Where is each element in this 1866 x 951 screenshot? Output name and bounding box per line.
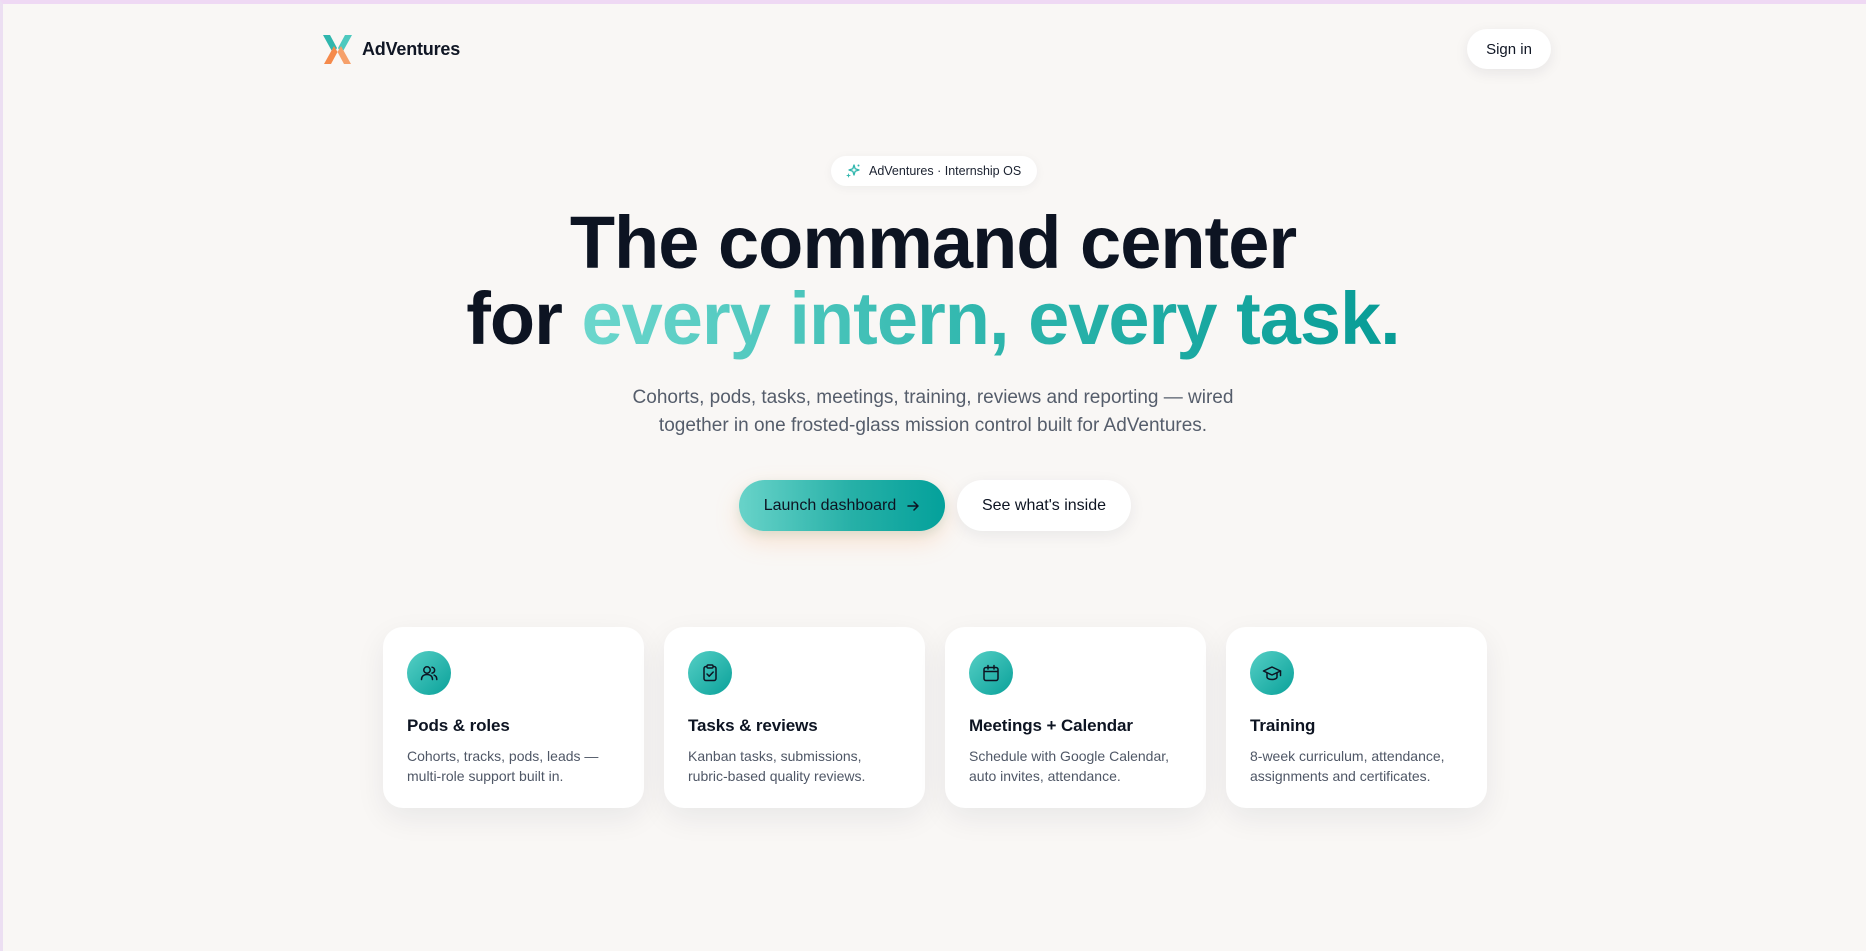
card-desc-line: assignments and certificates. (1250, 768, 1431, 784)
hero-headline: The command center for every intern, eve… (0, 205, 1866, 357)
headline-line-1: The command center (569, 201, 1297, 284)
brand-name: AdVentures (362, 38, 461, 59)
feature-cards: Pods & roles Cohorts, tracks, pods, lead… (383, 627, 1487, 808)
cta-row: Launch dashboard See what's inside (739, 480, 1131, 531)
adventures-logo-icon (323, 35, 352, 64)
card-title: Meetings + Calendar (969, 716, 1133, 735)
card-description: Schedule with Google Calendar, auto invi… (969, 746, 1182, 786)
card-description: Cohorts, tracks, pods, leads — multi-rol… (407, 746, 620, 786)
top-nav: AdVentures Sign in (0, 0, 1866, 100)
card-description: 8-week curriculum, attendance, assignmen… (1250, 746, 1463, 786)
subtitle-line-1: Cohorts, pods, tasks, meetings, training… (632, 387, 1234, 408)
badge-text: AdVentures · Internship OS (869, 164, 1022, 178)
card-title: Pods & roles (407, 716, 510, 735)
card-desc-line: auto invites, attendance. (969, 768, 1121, 784)
card-title: Tasks & reviews (688, 716, 818, 735)
hero-subtitle: Cohorts, pods, tasks, meetings, training… (0, 384, 1866, 440)
page-frame (0, 0, 1866, 951)
card-desc-line: 8-week curriculum, attendance, (1250, 748, 1445, 764)
headline-plain: for (466, 277, 582, 360)
feature-card-tasks-reviews[interactable]: Tasks & reviews Kanban tasks, submission… (664, 627, 925, 808)
see-whats-inside-button[interactable]: See what's inside (957, 480, 1131, 531)
card-desc-line: rubric-based quality reviews. (688, 768, 866, 784)
feature-card-training[interactable]: Training 8-week curriculum, attendance, … (1226, 627, 1487, 808)
card-desc-line: Kanban tasks, submissions, (688, 748, 862, 764)
sparkles-icon (846, 164, 860, 178)
launch-dashboard-button[interactable]: Launch dashboard (739, 480, 945, 531)
card-title: Training (1250, 716, 1316, 735)
clipboard-check-icon (703, 664, 717, 682)
sign-in-button[interactable]: Sign in (1467, 29, 1551, 69)
product-badge: AdVentures · Internship OS (831, 156, 1038, 186)
launch-dashboard-label: Launch dashboard (763, 496, 897, 514)
feature-card-pods-roles[interactable]: Pods & roles Cohorts, tracks, pods, lead… (383, 627, 644, 808)
users-icon (420, 666, 438, 681)
card-description: Kanban tasks, submissions, rubric-based … (688, 746, 901, 786)
headline-accent: every intern, every task. (581, 277, 1400, 360)
graduation-cap-icon (1262, 666, 1282, 681)
feature-card-meetings-calendar[interactable]: Meetings + Calendar Schedule with Google… (945, 627, 1206, 808)
brand[interactable]: AdVentures (321, 32, 460, 66)
calendar-icon (983, 664, 999, 682)
subtitle-line-2: together in one frosted-glass mission co… (658, 415, 1208, 436)
card-desc-line: Schedule with Google Calendar, (969, 748, 1170, 764)
headline-line-2: for every intern, every task. (0, 281, 1866, 357)
card-desc-line: multi-role support built in. (407, 768, 564, 784)
arrow-right-icon (907, 500, 920, 511)
card-desc-line: Cohorts, tracks, pods, leads — (407, 748, 599, 764)
